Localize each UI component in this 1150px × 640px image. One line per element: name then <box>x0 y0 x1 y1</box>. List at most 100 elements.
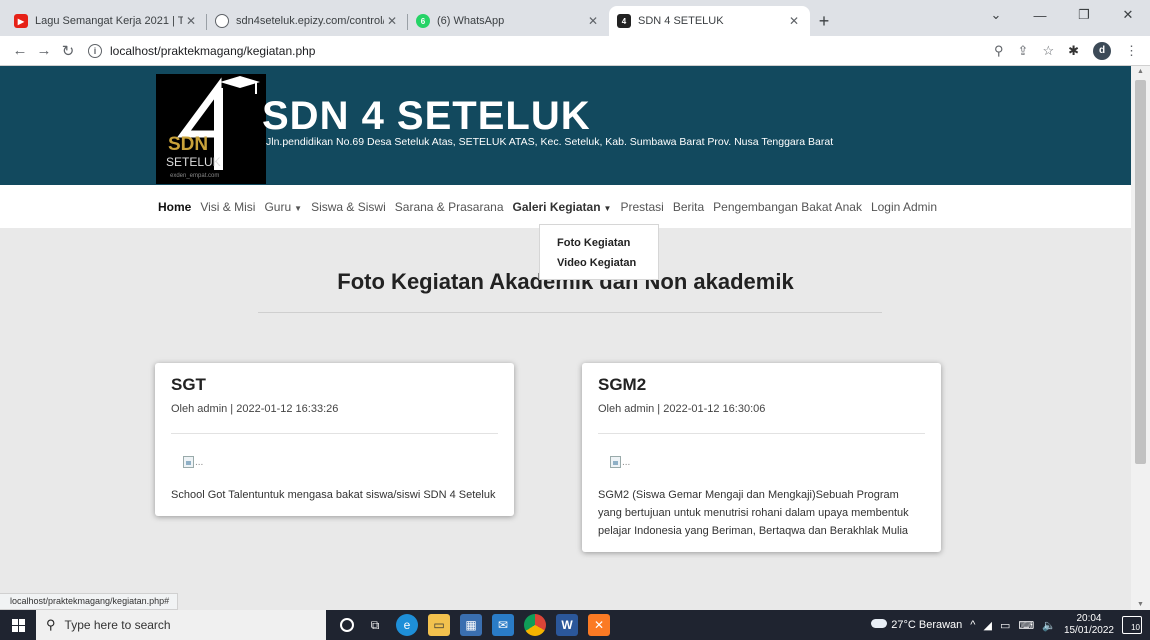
zoom-icon[interactable]: ⚲ <box>994 43 1004 59</box>
card-meta: Oleh admin | 2022-01-12 16:33:26 <box>171 403 339 415</box>
restore-icon[interactable]: ❐ <box>1062 0 1106 30</box>
nav-prestasi[interactable]: Prestasi <box>620 200 663 214</box>
window-controls: ⌄ — ❐ ✕ <box>974 0 1150 30</box>
card-description: School Got Talentuntuk mengasa bakat sis… <box>171 489 496 501</box>
site-logo-icon: 4 <box>617 14 631 28</box>
minimize-icon[interactable]: — <box>1018 0 1062 30</box>
weather-text: 27°C Berawan <box>891 619 963 631</box>
edge-icon[interactable]: e <box>396 614 418 636</box>
menu-icon[interactable]: ⋮ <box>1125 43 1138 59</box>
close-window-icon[interactable]: ✕ <box>1106 0 1150 30</box>
nav-siswa[interactable]: Siswa & Siswi <box>311 200 386 214</box>
logo-text: SDN <box>168 134 208 155</box>
start-button[interactable] <box>0 618 36 632</box>
volume-icon[interactable]: 🔈 <box>1042 619 1056 632</box>
card-title[interactable]: SGM2 <box>598 375 925 395</box>
scroll-up-icon[interactable]: ▲ <box>1131 68 1150 75</box>
nav-login-admin[interactable]: Login Admin <box>871 200 937 214</box>
bookmark-star-icon[interactable]: ☆ <box>1042 43 1054 59</box>
nav-galeri-kegiatan[interactable]: Galeri Kegiatan ▼ <box>513 200 612 214</box>
windows-logo-icon <box>11 618 25 632</box>
card-divider <box>171 433 498 434</box>
browser-tab-active[interactable]: 4 SDN 4 SETELUK ✕ <box>609 6 810 36</box>
taskbar-search-box[interactable]: ⚲ Type here to search <box>36 610 326 640</box>
card-image[interactable]: ... <box>610 454 925 468</box>
tab-title: Lagu Semangat Kerja 2021 | Top <box>35 15 183 27</box>
system-tray: 27°C Berawan ^ ◢ ▭ ⌨ 🔈 20:04 15/01/2022 … <box>871 610 1142 640</box>
card-title[interactable]: SGT <box>171 375 498 395</box>
close-tab-icon[interactable]: ✕ <box>786 14 802 28</box>
browser-tab[interactable]: ▶ Lagu Semangat Kerja 2021 | Top ✕ <box>6 6 207 36</box>
nav-visi-misi[interactable]: Visi & Misi <box>200 200 255 214</box>
scrollbar-thumb[interactable] <box>1135 80 1146 464</box>
card-meta: Oleh admin | 2022-01-12 16:30:06 <box>598 403 766 415</box>
search-icon: ⚲ <box>46 617 56 632</box>
close-tab-icon[interactable]: ✕ <box>384 14 400 28</box>
address-bar: ← → ↻ i localhost/praktekmagang/kegiatan… <box>0 36 1150 66</box>
url-field[interactable]: i localhost/praktekmagang/kegiatan.php <box>88 43 994 58</box>
school-logo[interactable]: SDN SETELUK exden_empat.com <box>156 74 266 184</box>
nav-galeri-label: Galeri Kegiatan <box>512 199 601 214</box>
school-logo-graphic: SDN SETELUK exden_empat.com <box>166 76 260 179</box>
mail-icon[interactable]: ✉ <box>492 614 514 636</box>
caret-down-icon: ▼ <box>603 203 612 213</box>
browser-tab[interactable]: sdn4seteluk.epizy.com/control/u ✕ <box>207 6 408 36</box>
network-icon[interactable]: ◢ <box>983 619 991 632</box>
tab-title: SDN 4 SETELUK <box>638 15 724 27</box>
site-address: Jln.pendidikan No.69 Desa Seteluk Atas, … <box>266 136 834 148</box>
extensions-icon[interactable]: ✱ <box>1068 43 1079 59</box>
profile-avatar[interactable]: d <box>1093 41 1111 60</box>
browser-tab-strip: ▶ Lagu Semangat Kerja 2021 | Top ✕ sdn4s… <box>0 0 1150 36</box>
title-divider <box>258 312 882 313</box>
close-tab-icon[interactable]: ✕ <box>585 14 601 28</box>
xampp-icon[interactable]: ✕ <box>588 614 610 636</box>
whatsapp-icon: 6 <box>416 14 430 28</box>
nav-berita[interactable]: Berita <box>673 200 704 214</box>
notification-center-icon[interactable]: 10 <box>1122 616 1142 634</box>
nav-home[interactable]: Home <box>158 200 191 214</box>
page-scrollbar[interactable]: ▲ ▼ <box>1131 66 1150 610</box>
store-icon[interactable]: ▦ <box>460 614 482 636</box>
caret-down-icon: ▼ <box>294 203 303 213</box>
windows-taskbar: ⚲ Type here to search ⧉ e ▭ ▦ ✉ W ✕ 27°C… <box>0 610 1150 640</box>
forward-icon[interactable]: → <box>32 42 56 59</box>
word-icon[interactable]: W <box>556 614 578 636</box>
tab-search-icon[interactable]: ⌄ <box>974 0 1018 30</box>
broken-image-icon <box>610 456 621 468</box>
main-navbar: Home Visi & Misi Guru ▼ Siswa & Siswi Sar… <box>0 185 1131 228</box>
dropdown-item-video-kegiatan[interactable]: Video Kegiatan <box>540 253 658 273</box>
new-tab-button[interactable]: + <box>810 6 838 36</box>
youtube-icon: ▶ <box>14 14 28 28</box>
dropdown-item-foto-kegiatan[interactable]: Foto Kegiatan <box>540 233 658 253</box>
search-placeholder: Type here to search <box>64 618 171 632</box>
file-explorer-icon[interactable]: ▭ <box>428 614 450 636</box>
reload-icon[interactable]: ↻ <box>56 42 80 60</box>
galeri-dropdown-menu: Foto Kegiatan Video Kegiatan <box>539 224 659 280</box>
clock-date: 15/01/2022 <box>1063 625 1114 636</box>
browser-tab[interactable]: 6 (6) WhatsApp ✕ <box>408 6 609 36</box>
back-icon[interactable]: ← <box>8 42 32 59</box>
close-tab-icon[interactable]: ✕ <box>183 14 199 28</box>
clock[interactable]: 20:04 15/01/2022 <box>1064 613 1114 637</box>
nav-sarana[interactable]: Sarana & Prasarana <box>395 200 504 214</box>
nav-pengembangan-bakat[interactable]: Pengembangan Bakat Anak <box>713 200 862 214</box>
weather-widget[interactable]: 27°C Berawan <box>871 619 962 631</box>
battery-icon[interactable]: ▭ <box>1000 619 1010 632</box>
status-bar-url: localhost/praktekmagang/kegiatan.php# <box>0 593 179 610</box>
card-divider <box>598 433 925 434</box>
scroll-down-icon[interactable]: ▼ <box>1131 601 1150 608</box>
nav-guru[interactable]: Guru ▼ <box>264 200 302 214</box>
task-view-icon[interactable]: ⧉ <box>364 614 386 636</box>
activity-card: SGM2 Oleh admin | 2022-01-12 16:30:06 ..… <box>582 363 941 552</box>
globe-icon <box>215 14 229 28</box>
clock-time: 20:04 <box>1076 613 1102 624</box>
card-image[interactable]: ... <box>183 454 498 468</box>
cloud-icon <box>871 619 888 628</box>
cortana-icon[interactable] <box>340 618 354 632</box>
share-icon[interactable]: ⇪ <box>1018 43 1029 59</box>
keyboard-icon[interactable]: ⌨ <box>1018 619 1034 632</box>
image-alt-text: ... <box>195 457 204 468</box>
site-info-icon[interactable]: i <box>88 43 102 58</box>
chevron-up-icon[interactable]: ^ <box>970 619 975 631</box>
chrome-icon[interactable] <box>524 614 546 636</box>
